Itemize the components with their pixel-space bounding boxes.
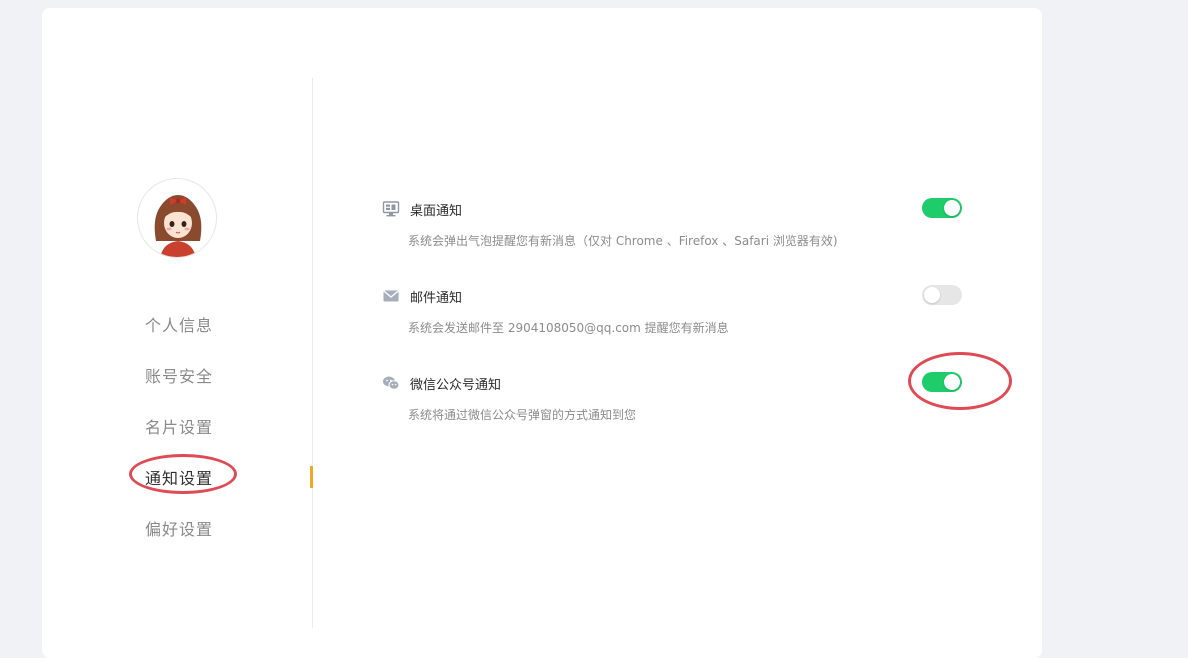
settings-card: 个人信息 账号安全 名片设置 通知设置 偏好设置 桌面通知 系统会弹出气泡提醒您… [42,8,1042,658]
toggle-knob [924,287,940,303]
sidebar-item-notifications[interactable]: 通知设置 [145,465,213,489]
active-item-marker [310,466,313,488]
user-avatar[interactable] [137,178,217,258]
toggle-knob [944,374,960,390]
sidebar-item-profile[interactable]: 个人信息 [145,312,213,336]
setting-description: 系统会弹出气泡提醒您有新消息（仅对 Chrome 、Firefox 、Safar… [408,234,838,248]
sidebar-divider [312,78,313,628]
wechat-notification-toggle[interactable] [922,372,962,392]
email-notification-toggle[interactable] [922,285,962,305]
setting-wechat-notification: 微信公众号通知 系统将通过微信公众号弹窗的方式通知到您 [382,372,964,422]
toggle-knob [944,200,960,216]
wechat-icon [382,374,400,392]
setting-description: 系统会发送邮件至 2904108050@qq.com 提醒您有新消息 [408,321,729,335]
setting-email-notification: 邮件通知 系统会发送邮件至 2904108050@qq.com 提醒您有新消息 [382,285,964,335]
sidebar-item-business-card[interactable]: 名片设置 [145,414,213,438]
desktop-icon [382,200,400,218]
sidebar: 个人信息 账号安全 名片设置 通知设置 偏好设置 [42,8,313,658]
avatar-illustration [154,195,202,257]
desktop-notification-toggle[interactable] [922,198,962,218]
setting-title: 桌面通知 [410,204,463,219]
setting-title: 微信公众号通知 [410,378,502,393]
setting-title: 邮件通知 [410,291,463,306]
sidebar-item-security[interactable]: 账号安全 [145,363,213,387]
setting-description: 系统将通过微信公众号弹窗的方式通知到您 [408,408,637,422]
mail-icon [382,287,400,305]
setting-desktop-notification: 桌面通知 系统会弹出气泡提醒您有新消息（仅对 Chrome 、Firefox 、… [382,198,964,248]
sidebar-item-preferences[interactable]: 偏好设置 [145,516,213,540]
